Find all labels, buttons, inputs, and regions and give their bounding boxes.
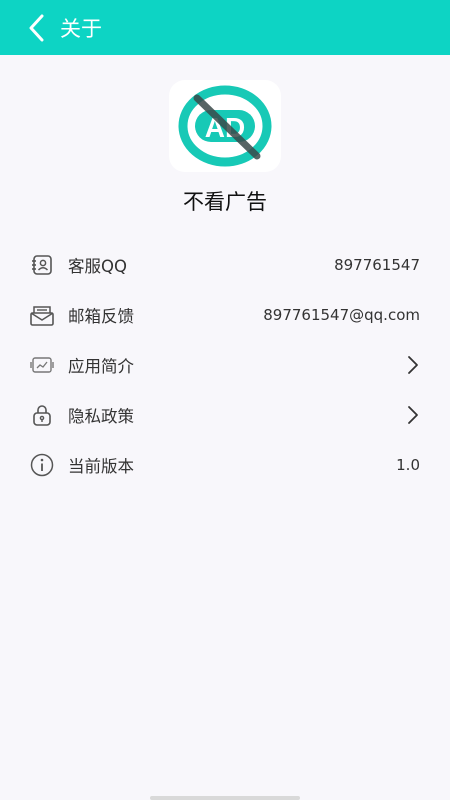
list-item-privacy-policy[interactable]: 隐私政策 [0,390,450,440]
home-indicator[interactable] [150,796,300,800]
no-ads-icon: AD [178,85,272,167]
back-arrow-icon [29,14,44,41]
settings-list: 客服QQ 897761547 邮箱反馈 897761547@qq.com 应用简… [0,240,450,490]
app-name: 不看广告 [183,190,267,214]
back-button[interactable] [14,0,58,55]
list-item-value: 897761547 [334,256,420,274]
chevron-right-icon [408,406,418,424]
list-item-label: 隐私政策 [68,407,134,426]
list-item-label: 当前版本 [68,457,134,476]
list-item-value: 897761547@qq.com [263,306,420,324]
mail-icon [30,306,54,326]
list-item-label: 客服QQ [68,257,127,276]
top-bar: 关于 [0,0,450,55]
chevron-right-icon [408,356,418,374]
list-item-current-version: 当前版本 1.0 [0,440,450,490]
list-item-email-feedback[interactable]: 邮箱反馈 897761547@qq.com [0,290,450,340]
list-item-label: 邮箱反馈 [68,307,134,326]
list-item-value: 1.0 [396,456,420,474]
page-title: 关于 [60,16,102,41]
lock-icon [33,405,51,426]
list-item-app-intro[interactable]: 应用简介 [0,340,450,390]
info-icon [30,453,54,477]
list-item-customer-service-qq[interactable]: 客服QQ 897761547 [0,240,450,290]
app-logo: AD [169,80,281,172]
contact-card-icon [32,255,52,275]
app-intro-icon [30,357,54,373]
list-item-label: 应用简介 [68,357,134,376]
